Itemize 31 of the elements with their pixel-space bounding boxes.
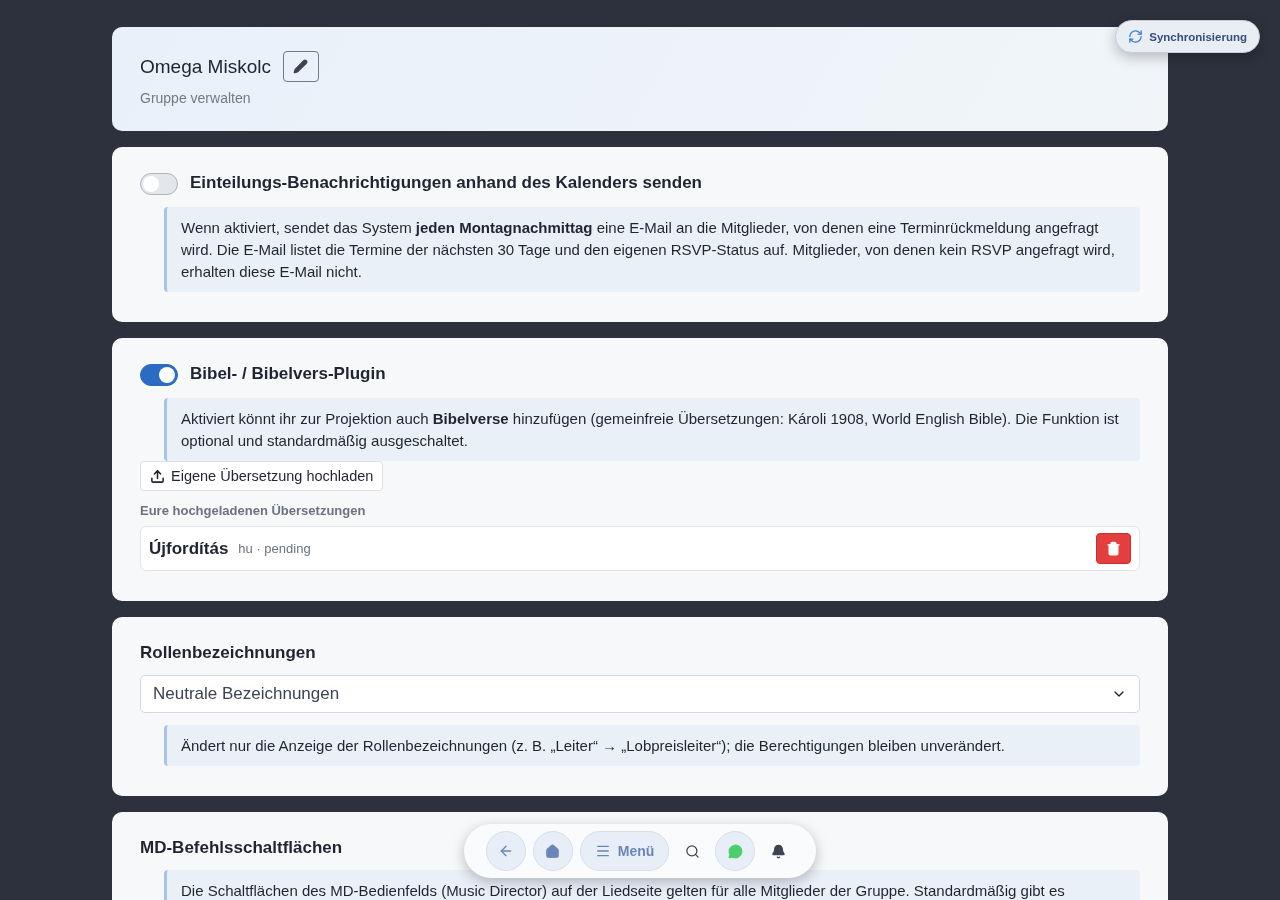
menu-icon [594, 843, 611, 859]
list-label: Eure hochgeladenen Übersetzungen [140, 503, 367, 518]
section-title: Rollenbezeichnungen [140, 643, 316, 663]
delete-button[interactable] [1096, 533, 1131, 564]
group-subtitle: Gruppe verwalten [140, 90, 252, 106]
pencil-icon [293, 59, 309, 74]
info-note: Ändert nur die Anzeige der Rollenbezeichnungen (z. B. „Leiter“ → „Lobpreisleiter“); die Berechtigungen bleiben unverändert. [164, 725, 1140, 766]
role-select[interactable]: Neutrale Bezeichnungen [140, 675, 1140, 713]
upload-button[interactable]: Eigene Übersetzung hochladen [140, 461, 384, 491]
translation-name: Újfordítás [149, 538, 229, 559]
toggle-switch[interactable] [140, 173, 178, 195]
sync-icon [1128, 29, 1144, 44]
sync-button[interactable]: Synchronisierung [1115, 20, 1260, 53]
info-note: Die Schaltflächen des MD-Bedienfelds (Music Director) auf der Liedseite gelten für alle Mitglieder der Gruppe. Standardmäßig gibt es [164, 870, 1140, 900]
edit-button[interactable] [282, 51, 319, 82]
toggle-switch[interactable] [140, 364, 178, 386]
section-title: MD-Befehlsschaltflächen [140, 838, 343, 858]
info-note: Aktiviert könnt ihr zur Projektion auch Bibelverse hinzufügen (gemeinfreie Übersetzungen: Károli 1908, World English Bible). Die Funktion ist optional und standardmäßig ausgeschaltet. [164, 398, 1140, 461]
section-title: Bibel- / Bibelvers-Plugin [190, 364, 386, 384]
bell-icon [770, 843, 786, 859]
home-icon [545, 843, 561, 859]
trash-icon [1106, 541, 1121, 556]
home-button[interactable] [532, 831, 573, 871]
info-note: Wenn aktiviert, sendet das System jeden Montagnachmittag eine E-Mail an die Mitglieder, von denen eine Terminrückmeldung angefragt wird. Die E-Mail listet die Termine der nächsten 30 Tage und den eigenen RSVP-Status auf. Mitglieder, von denen kein RSVP angefragt wird, erhalten diese E-Mail nicht. [164, 207, 1140, 292]
group-title: Omega Miskolc [140, 55, 271, 78]
translation-meta: hu · pending [238, 541, 312, 556]
back-button[interactable] [485, 831, 526, 871]
section-title: Einteilungs-Benachrichtigungen anhand des Kalenders senden [190, 173, 702, 193]
upload-icon [150, 468, 165, 484]
chat-bubble-icon [727, 843, 743, 859]
search-icon [684, 843, 700, 859]
